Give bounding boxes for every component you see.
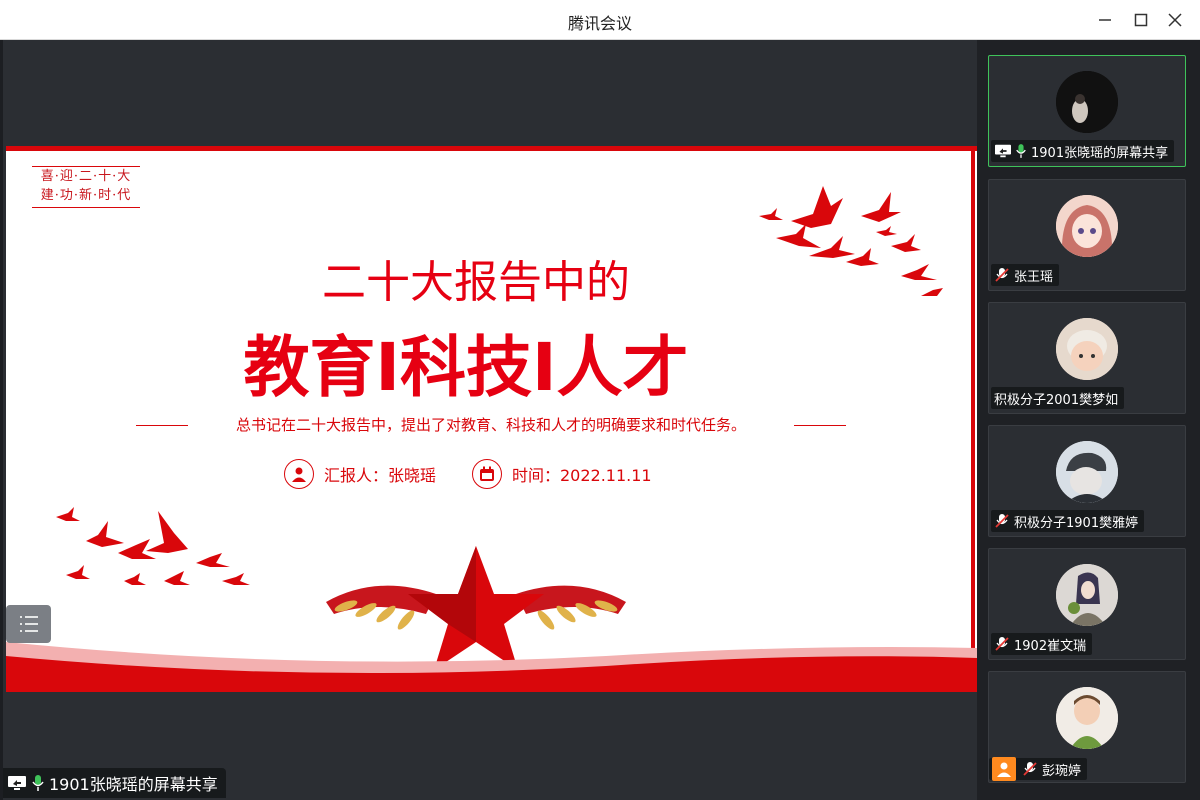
maximize-icon [1134, 13, 1148, 27]
participant-avatar [1056, 441, 1118, 503]
participant-avatar [1056, 71, 1118, 133]
maximize-button[interactable] [1128, 8, 1154, 32]
close-button[interactable] [1162, 8, 1188, 32]
user-icon [992, 757, 1016, 781]
title-bar: 腾讯会议 [0, 0, 1200, 40]
screen-share-label-text: 1901张晓瑶的屏幕共享 [49, 775, 218, 794]
toolbar-toggle-button[interactable] [6, 605, 51, 643]
reporter-text: 汇报人：张晓瑶 [324, 466, 437, 485]
participant-name-label: 积极分子2001樊梦如 [991, 387, 1125, 409]
screen-share-icon [7, 774, 27, 792]
participant-tile[interactable]: 1902崔文瑞 [988, 548, 1186, 660]
time-info: 时间：2022.11.11 [472, 458, 652, 490]
participant-tile[interactable]: 积极分子2001樊梦如 [988, 302, 1186, 414]
participant-name: 彭琬婷 [1042, 763, 1082, 779]
participant-avatar [1056, 687, 1118, 749]
flying-doves-bottom-left-image [56, 507, 250, 585]
seal-line-1: 喜·迎·二·十·大 [40, 169, 132, 184]
participant-tile[interactable]: 1901张晓瑶的屏幕共享 [988, 55, 1186, 167]
list-icon [20, 616, 38, 632]
participant-name-label: 彭琬婷 [989, 757, 1088, 781]
minimize-button[interactable] [1092, 8, 1118, 32]
red-ribbon-footer-image [6, 642, 977, 692]
slide-title-line-1: 二十大报告中的 [322, 257, 630, 308]
slogan-seal: 喜·迎·二·十·大 建·功·新·时·代 [32, 166, 140, 208]
participant-video-list[interactable]: 1901张晓瑶的屏幕共享 张王瑶 积极分子2001樊梦如 积极分子1901樊雅婷 [977, 40, 1200, 800]
time-text: 时间：2022.11.11 [512, 466, 652, 485]
participant-tile[interactable]: 张王瑶 [988, 179, 1186, 291]
participant-tile[interactable]: 积极分子1901樊雅婷 [988, 425, 1186, 537]
participant-name: 积极分子1901樊雅婷 [1014, 515, 1139, 531]
participant-avatar [1056, 195, 1118, 257]
slide-title-line-2: 教育I科技I人才 [243, 329, 689, 406]
screen-share-label: 1901张晓瑶的屏幕共享 [3, 768, 226, 798]
microphone-on-icon [31, 774, 45, 792]
subtitle-left-rule [136, 425, 188, 426]
participant-tile[interactable]: 彭琬婷 [988, 671, 1186, 783]
participant-name: 1901张晓瑶的屏幕共享 [1031, 145, 1169, 161]
slide-subtitle-row: 总书记在二十大报告中，提出了对教育、科技和人才的明确要求和时代任务。 [136, 414, 846, 436]
participant-name-label: 1901张晓瑶的屏幕共享 [991, 140, 1175, 162]
subtitle-right-rule [794, 425, 846, 426]
slide-top-border [6, 146, 977, 151]
participant-name: 1902崔文瑞 [1014, 638, 1087, 654]
person-icon [284, 459, 314, 489]
participant-avatar [1056, 564, 1118, 626]
shared-slide: 喜·迎·二·十·大 建·功·新·时·代 二十大报告中的 教育I科技I人才 总书记… [6, 146, 977, 692]
screen-share-icon [994, 143, 1012, 159]
close-icon [1168, 13, 1182, 27]
participant-name-label: 积极分子1901樊雅婷 [991, 510, 1145, 532]
microphone-muted-icon [994, 267, 1010, 283]
shared-screen-stage: 喜·迎·二·十·大 建·功·新·时·代 二十大报告中的 教育I科技I人才 总书记… [0, 40, 977, 800]
participant-avatar [1056, 318, 1118, 380]
reporter-info: 汇报人：张晓瑶 [284, 458, 436, 490]
microphone-muted-icon [1022, 761, 1038, 777]
participant-name-label: 张王瑶 [991, 264, 1060, 286]
participant-name-label: 1902崔文瑞 [991, 633, 1093, 655]
participant-name: 积极分子2001樊梦如 [994, 392, 1119, 408]
microphone-muted-icon [994, 636, 1010, 652]
microphone-on-icon [1015, 143, 1027, 159]
participant-name: 张王瑶 [1014, 269, 1054, 285]
microphone-muted-icon [994, 513, 1010, 529]
seal-line-2: 建·功·新·时·代 [40, 188, 132, 203]
calendar-icon [472, 459, 502, 489]
minimize-icon [1099, 19, 1111, 21]
window-title: 腾讯会议 [567, 14, 632, 33]
slide-subtitle: 总书记在二十大报告中，提出了对教育、科技和人才的明确要求和时代任务。 [235, 416, 746, 434]
slide-right-border [971, 146, 975, 692]
